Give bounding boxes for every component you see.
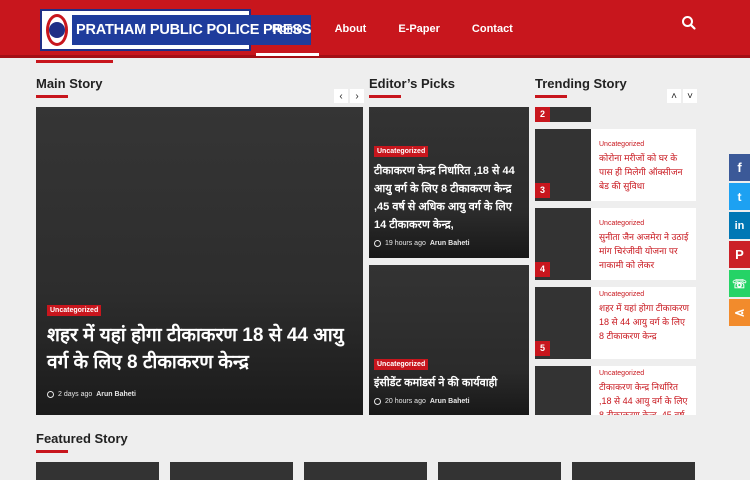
down-arrow-icon[interactable]: ˅ bbox=[683, 89, 697, 103]
trending-number: 2 bbox=[535, 107, 550, 122]
post-time: 19 hours ago bbox=[385, 240, 426, 247]
post-author[interactable]: Arun Baheti bbox=[430, 398, 470, 405]
nav-about[interactable]: About bbox=[319, 0, 383, 58]
trending-category[interactable]: Uncategorized bbox=[599, 220, 644, 227]
main-story-title[interactable]: शहर में यहां होगा टीकाकरण 18 से 44 आयु व… bbox=[47, 322, 352, 376]
heading-underline bbox=[535, 95, 567, 98]
category-badge[interactable]: Uncategorized bbox=[47, 305, 102, 316]
featured-card[interactable] bbox=[438, 462, 561, 480]
up-arrow-icon[interactable]: ˄ bbox=[667, 89, 681, 103]
trending-item[interactable]: Uncategorized टीकाकरण केन्द्र निर्धारित … bbox=[535, 366, 696, 415]
pinterest-icon[interactable]: P bbox=[729, 241, 750, 268]
header-accent-bar bbox=[36, 60, 113, 63]
police-badge-icon bbox=[46, 14, 68, 46]
post-author[interactable]: Arun Baheti bbox=[430, 240, 470, 247]
trending-number: 4 bbox=[535, 262, 550, 277]
heading-underline bbox=[36, 95, 68, 98]
trending-title[interactable]: शहर में यहां होगा टीकाकरण 18 से 44 आयु व… bbox=[599, 301, 691, 343]
editors-pick-meta: 19 hours ago Arun Baheti bbox=[374, 240, 470, 247]
trending-number: 3 bbox=[535, 183, 550, 198]
facebook-icon[interactable]: f bbox=[729, 154, 750, 181]
featured-card[interactable] bbox=[36, 462, 159, 480]
whatsapp-icon[interactable]: ☏ bbox=[729, 270, 750, 297]
trending-title[interactable]: सुनीता जैन अजमेरा ने उठाई मांग चिरंजीवी … bbox=[599, 230, 691, 272]
heading-underline bbox=[36, 450, 68, 453]
twitter-icon[interactable]: t bbox=[729, 183, 750, 210]
linkedin-icon[interactable]: in bbox=[729, 212, 750, 239]
editors-pick-card[interactable] bbox=[369, 265, 529, 415]
nav-home[interactable]: Home bbox=[256, 0, 319, 58]
main-nav: Home About E-Paper Contact bbox=[256, 0, 529, 58]
trending-thumbnail[interactable] bbox=[535, 366, 591, 415]
trending-category[interactable]: Uncategorized bbox=[599, 370, 644, 377]
post-time: 2 days ago bbox=[58, 391, 93, 398]
clock-icon bbox=[374, 240, 381, 247]
clock-icon bbox=[374, 398, 381, 405]
category-badge[interactable]: Uncategorized bbox=[374, 359, 429, 370]
trending-item[interactable]: 3 Uncategorized कोरोना मरीजों को घर के प… bbox=[535, 129, 696, 201]
trending-title[interactable]: कोरोना मरीजों को घर के पास ही मिलेगी ऑक्… bbox=[599, 151, 691, 193]
featured-card[interactable] bbox=[572, 462, 695, 480]
trending-category[interactable]: Uncategorized bbox=[599, 291, 644, 298]
editors-pick-title[interactable]: टीकाकरण केन्द्र निर्धारित ,18 से 44 आयु … bbox=[374, 162, 526, 234]
main-story-heading: Main Story bbox=[36, 76, 103, 91]
featured-card[interactable] bbox=[304, 462, 427, 480]
main-story-meta: 2 days ago Arun Baheti bbox=[47, 391, 136, 398]
nav-epaper[interactable]: E-Paper bbox=[382, 0, 456, 58]
category-badge[interactable]: Uncategorized bbox=[374, 146, 429, 157]
featured-card[interactable] bbox=[170, 462, 293, 480]
trending-story-heading: Trending Story bbox=[535, 76, 627, 91]
editors-pick-meta: 20 hours ago Arun Baheti bbox=[374, 398, 470, 405]
search-icon[interactable] bbox=[680, 14, 698, 32]
prev-arrow-icon[interactable]: ‹ bbox=[334, 89, 348, 103]
trending-item[interactable]: 2 bbox=[535, 107, 696, 122]
trending-number: 5 bbox=[535, 341, 550, 356]
site-logo[interactable]: PRATHAM PUBLIC POLICE PRESS bbox=[40, 9, 311, 51]
trending-carousel-controls: ˄ ˅ bbox=[667, 89, 697, 103]
heading-underline bbox=[369, 95, 401, 98]
trending-item[interactable]: 5 Uncategorized शहर में यहां होगा टीकाकर… bbox=[535, 287, 696, 359]
main-story-carousel-controls: ‹ › bbox=[334, 89, 364, 103]
post-time: 20 hours ago bbox=[385, 398, 426, 405]
share-icon[interactable]: ⋖ bbox=[729, 299, 750, 326]
editors-picks-heading: Editor’s Picks bbox=[369, 76, 455, 91]
site-header: PRATHAM PUBLIC POLICE PRESS Home About E… bbox=[0, 0, 750, 58]
editors-pick-title[interactable]: इंसीडेंट कमांडर्स ने की कार्यवाही bbox=[374, 374, 526, 392]
next-arrow-icon[interactable]: › bbox=[350, 89, 364, 103]
featured-story-heading: Featured Story bbox=[36, 431, 128, 446]
trending-title[interactable]: टीकाकरण केन्द्र निर्धारित ,18 से 44 आयु … bbox=[599, 380, 691, 415]
post-author[interactable]: Arun Baheti bbox=[96, 391, 136, 398]
trending-category[interactable]: Uncategorized bbox=[599, 141, 644, 148]
nav-contact[interactable]: Contact bbox=[456, 0, 529, 58]
clock-icon bbox=[47, 391, 54, 398]
trending-item[interactable]: 4 Uncategorized सुनीता जैन अजमेरा ने उठा… bbox=[535, 208, 696, 280]
